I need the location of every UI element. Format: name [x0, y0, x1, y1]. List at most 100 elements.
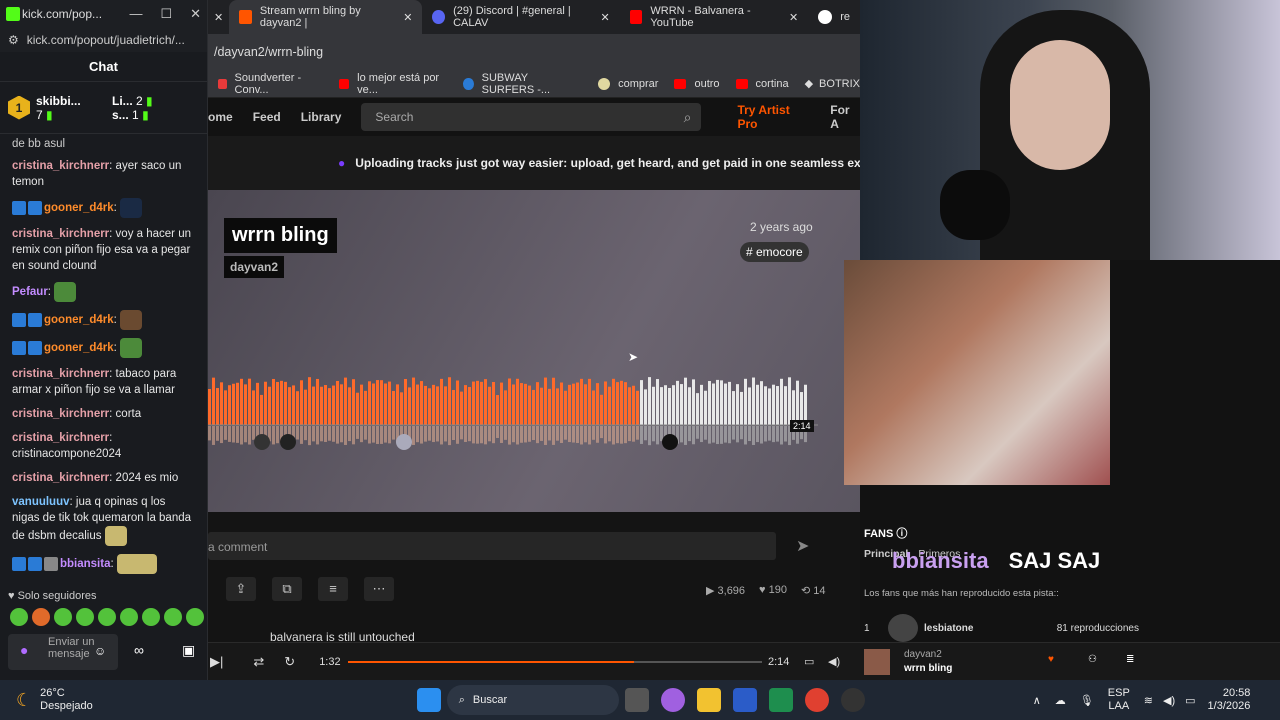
fan-row[interactable]: 1 lesbiatone 81 reproducciones [864, 614, 1139, 642]
more-button[interactable]: ⋯ [364, 577, 394, 601]
now-playing-title[interactable]: wrrn bling [904, 663, 952, 674]
waveform[interactable] [208, 375, 818, 455]
emote-icon[interactable] [98, 608, 116, 626]
mic-icon[interactable]: ● [20, 642, 28, 658]
emote-icon[interactable] [10, 608, 28, 626]
nav-home[interactable]: ome [208, 110, 233, 124]
now-playing-artwork[interactable] [864, 649, 890, 675]
language-indicator[interactable]: ESP LAA [1108, 687, 1130, 713]
tray-chevron-icon[interactable]: ∧ [1033, 694, 1041, 707]
search-input[interactable]: Search ⌕ [361, 103, 702, 131]
chat-username[interactable]: bbiansita [60, 558, 110, 570]
site-settings-icon[interactable]: ⚙ [8, 33, 19, 47]
browser-tab[interactable]: WRRN - Balvanera - YouTube ✕ [620, 0, 809, 34]
comment-avatar[interactable] [396, 434, 412, 450]
bookmark-item[interactable]: SUBWAY SURFERS -... [463, 72, 582, 96]
bookmark-item[interactable]: Soundverter - Conv... [218, 72, 323, 96]
comment-avatar[interactable] [662, 434, 678, 450]
emote-icon[interactable] [164, 608, 182, 626]
word-icon[interactable] [732, 688, 757, 712]
add-to-next-up-button[interactable]: ≡ [318, 577, 348, 601]
bookmark-item[interactable]: lo mejor está por ve... [338, 72, 447, 96]
windows-start-icon[interactable] [416, 688, 441, 712]
chat-username[interactable]: cristina_kirchnerr [12, 472, 109, 484]
chat-username[interactable]: Pefaur [12, 286, 48, 298]
chat-username[interactable]: cristina_kirchnerr [12, 228, 109, 240]
chat-url-bar[interactable]: ⚙ kick.com/popout/juadietrich/... [0, 28, 207, 52]
tab-close-icon[interactable]: ✕ [403, 11, 412, 24]
queue-icon[interactable]: ≣ [1126, 654, 1134, 665]
clock[interactable]: 20:58 1/3/2026 [1208, 687, 1251, 713]
chat-username[interactable]: cristina_kirchnerr [12, 408, 109, 420]
follow-user-icon[interactable]: ⚇ [1088, 654, 1097, 665]
chat-username[interactable]: vanuuluuv [12, 496, 70, 508]
chat-username[interactable]: cristina_kirchnerr [12, 432, 109, 444]
chat-username[interactable]: gooner_d4rk [44, 314, 114, 326]
excel-icon[interactable] [768, 688, 793, 712]
emote-icon[interactable] [76, 608, 94, 626]
emoji-icon[interactable]: ☺ [94, 644, 106, 658]
emote-icon[interactable] [142, 608, 160, 626]
chat-username[interactable]: gooner_d4rk [44, 342, 114, 354]
nav-for-artists[interactable]: For A [830, 103, 860, 131]
genre-tag[interactable]: # emocore [740, 242, 809, 262]
progress-bar[interactable] [348, 661, 762, 663]
emote-icon[interactable] [32, 608, 50, 626]
infinity-icon[interactable]: ∞ [134, 642, 144, 658]
browser-tab[interactable]: (29) Discord | #general | CALAV ✕ [422, 0, 619, 34]
next-track-icon[interactable]: ▶| [210, 654, 223, 670]
browser-tab[interactable]: re [808, 0, 860, 34]
volume-tray-icon[interactable]: ◀) [1163, 694, 1175, 707]
chat-username[interactable]: cristina_kirchnerr [12, 368, 109, 380]
obs-icon[interactable] [840, 688, 865, 712]
wifi-icon[interactable]: ≋ [1144, 694, 1153, 707]
info-icon[interactable]: ⓘ [896, 528, 907, 540]
promo-banner[interactable]: ● Uploading tracks just got way easier: u… [208, 136, 860, 190]
weather-icon[interactable]: ☾ [16, 690, 32, 711]
close-icon[interactable]: ✕ [190, 6, 201, 22]
chat-username[interactable]: gooner_d4rk [44, 202, 114, 214]
nav-feed[interactable]: Feed [253, 110, 281, 124]
chat-username[interactable]: cristina_kirchnerr [12, 160, 109, 172]
bookmark-item[interactable]: cortina [735, 78, 789, 90]
emote-icon[interactable] [120, 608, 138, 626]
address-bar[interactable]: /dayvan2/wrrn-bling [208, 34, 860, 70]
minimize-icon[interactable]: — [129, 6, 142, 22]
repeat-icon[interactable]: ↻ [284, 654, 295, 670]
share-button[interactable]: ⇪ [226, 577, 256, 601]
emote-icon[interactable] [54, 608, 72, 626]
copy-link-button[interactable]: ⧉ [272, 577, 302, 601]
send-comment-icon[interactable]: ➤ [796, 536, 809, 556]
browser-tab[interactable]: Stream wrrn bling by dayvan2 | ✕ [229, 0, 423, 34]
like-heart-icon[interactable]: ♥ [1048, 654, 1054, 665]
tray-app-icon[interactable]: ☁ [1055, 694, 1066, 707]
fan-name[interactable]: lesbiatone [924, 623, 973, 634]
search-icon[interactable]: ⌕ [684, 103, 692, 131]
try-artist-pro-link[interactable]: Try Artist Pro [737, 103, 810, 131]
tab-close-icon[interactable]: ✕ [601, 11, 610, 24]
tab-close-icon[interactable]: ✕ [208, 11, 229, 24]
nav-library[interactable]: Library [301, 110, 342, 124]
weather-widget[interactable]: 26°C Despejado [40, 687, 93, 713]
bookmark-item[interactable]: outro [674, 78, 720, 90]
track-artwork[interactable] [844, 260, 1110, 485]
comment-input[interactable]: a comment [208, 532, 776, 560]
bookmark-item[interactable]: ◆ BOTRIX [805, 77, 860, 91]
maximize-icon[interactable]: ☐ [160, 6, 172, 22]
comment-avatar[interactable] [254, 434, 270, 450]
mic-tray-icon[interactable]: 🎙 [1080, 694, 1094, 707]
comment-avatar[interactable] [280, 434, 296, 450]
shuffle-icon[interactable]: ⇄ [253, 654, 264, 670]
copilot-icon[interactable] [660, 688, 685, 712]
chrome-icon[interactable] [804, 688, 829, 712]
track-artist[interactable]: dayvan2 [224, 256, 285, 278]
cast-icon[interactable]: ▭ [804, 655, 814, 668]
battery-icon[interactable]: ▭ [1185, 694, 1195, 707]
bookmark-item[interactable]: comprar [598, 77, 658, 90]
emote-icon[interactable] [186, 608, 204, 626]
taskbar-search[interactable]: ⌕ Buscar [446, 685, 619, 715]
tab-close-icon[interactable]: ✕ [789, 11, 798, 24]
gift-box-icon[interactable]: ▣ [182, 642, 195, 659]
task-view-icon[interactable] [624, 688, 649, 712]
now-playing-artist[interactable]: dayvan2 [904, 649, 942, 660]
